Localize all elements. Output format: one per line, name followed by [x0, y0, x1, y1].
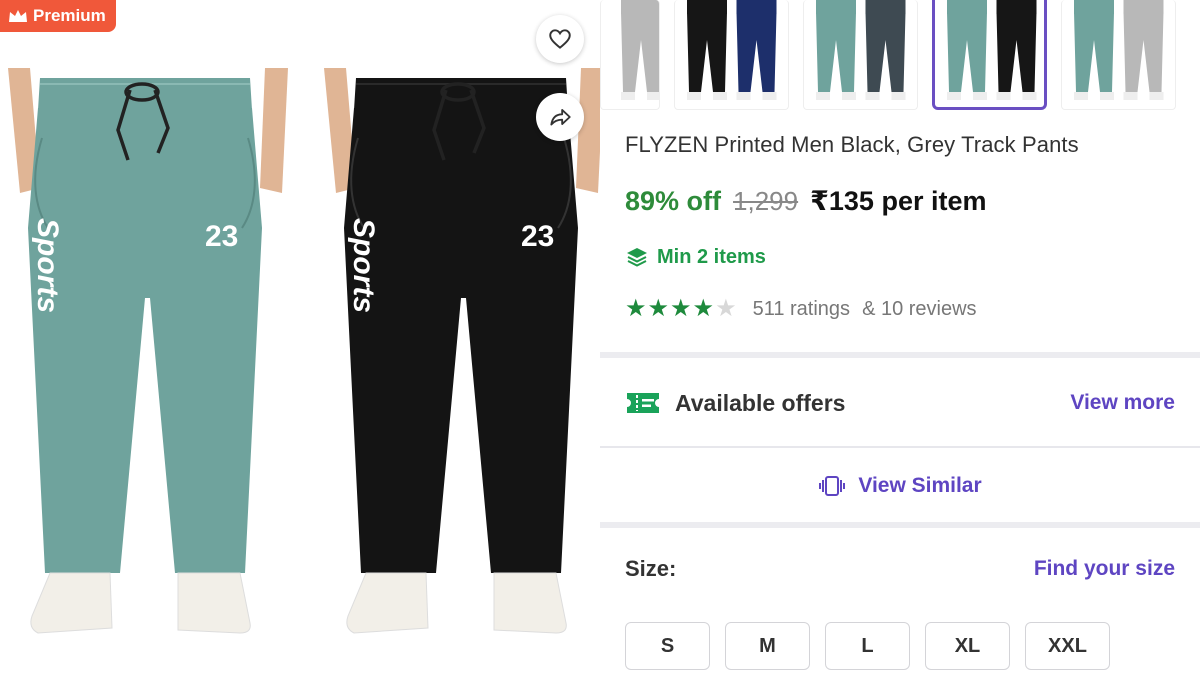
view-more-link[interactable]: View more	[1070, 391, 1175, 415]
view-similar-button[interactable]: View Similar	[600, 448, 1200, 524]
size-options: S M L XL XXL	[625, 622, 1110, 670]
discount-percent: 89% off	[625, 186, 722, 216]
wishlist-button[interactable]	[536, 15, 584, 63]
similar-cards-icon	[819, 476, 846, 496]
min-items-label: Min 2 items	[657, 245, 766, 268]
size-label: Size:	[625, 556, 677, 581]
size-option-xl[interactable]: XL	[925, 622, 1010, 670]
product-image-panel[interactable]: Premium Sports 23 Sports 23	[0, 0, 600, 674]
pants-print-text: Sports	[347, 218, 380, 313]
product-thumbnail[interactable]	[932, 0, 1047, 110]
original-price: 1,299	[733, 186, 799, 216]
ratings-count[interactable]: 511 ratings	[753, 298, 850, 321]
star-filled-icon: ★	[647, 295, 670, 322]
rating-row[interactable]: ★ ★ ★ ★ ★ 511 ratings & 10 reviews	[625, 297, 977, 321]
min-items-badge: Min 2 items	[625, 245, 766, 269]
share-icon	[550, 109, 571, 126]
product-thumbnail[interactable]	[674, 0, 789, 110]
available-offers-row[interactable]: Available offers View more	[600, 370, 1200, 436]
layers-icon	[627, 248, 647, 267]
view-similar-label: View Similar	[858, 474, 982, 497]
star-filled-icon: ★	[625, 295, 647, 322]
size-option-l[interactable]: L	[825, 622, 910, 670]
pants-print-text: Sports	[31, 218, 64, 313]
available-offers-label: Available offers	[675, 389, 846, 416]
premium-badge: Premium	[0, 0, 116, 32]
product-thumbnail[interactable]	[600, 0, 660, 110]
offer-ticket-icon	[627, 393, 659, 413]
size-header: Size: Find your size	[625, 556, 1175, 582]
heart-icon	[549, 29, 571, 49]
thumbnail-strip[interactable]	[600, 0, 1200, 112]
track-pants-2: Sports 23	[324, 68, 600, 634]
product-title: FLYZEN Printed Men Black, Grey Track Pan…	[625, 132, 1079, 157]
star-filled-icon: ★	[692, 295, 715, 322]
product-photo: Sports 23 Sports 23	[8, 68, 600, 634]
star-filled-icon: ★	[670, 295, 692, 322]
product-thumbnail[interactable]	[1061, 0, 1176, 110]
pants-number-text: 23	[521, 220, 554, 253]
star-rating: ★ ★ ★ ★ ★	[625, 297, 737, 321]
crown-icon	[9, 10, 27, 22]
reviews-count[interactable]: & 10 reviews	[862, 298, 977, 321]
product-thumbnail[interactable]	[803, 0, 918, 110]
size-option-m[interactable]: M	[725, 622, 810, 670]
selling-price: ₹135 per item	[810, 186, 987, 216]
pants-number-text: 23	[205, 220, 238, 253]
premium-label: Premium	[33, 6, 106, 25]
share-button[interactable]	[536, 93, 584, 141]
section-divider	[600, 352, 1200, 358]
price-row: 89% off 1,299 ₹135 per item	[625, 186, 986, 217]
find-your-size-link[interactable]: Find your size	[1034, 557, 1175, 581]
size-option-s[interactable]: S	[625, 622, 710, 670]
section-divider	[600, 522, 1200, 528]
star-empty-icon: ★	[715, 295, 737, 322]
track-pants-1: Sports 23	[8, 68, 288, 634]
size-option-xxl[interactable]: XXL	[1025, 622, 1110, 670]
